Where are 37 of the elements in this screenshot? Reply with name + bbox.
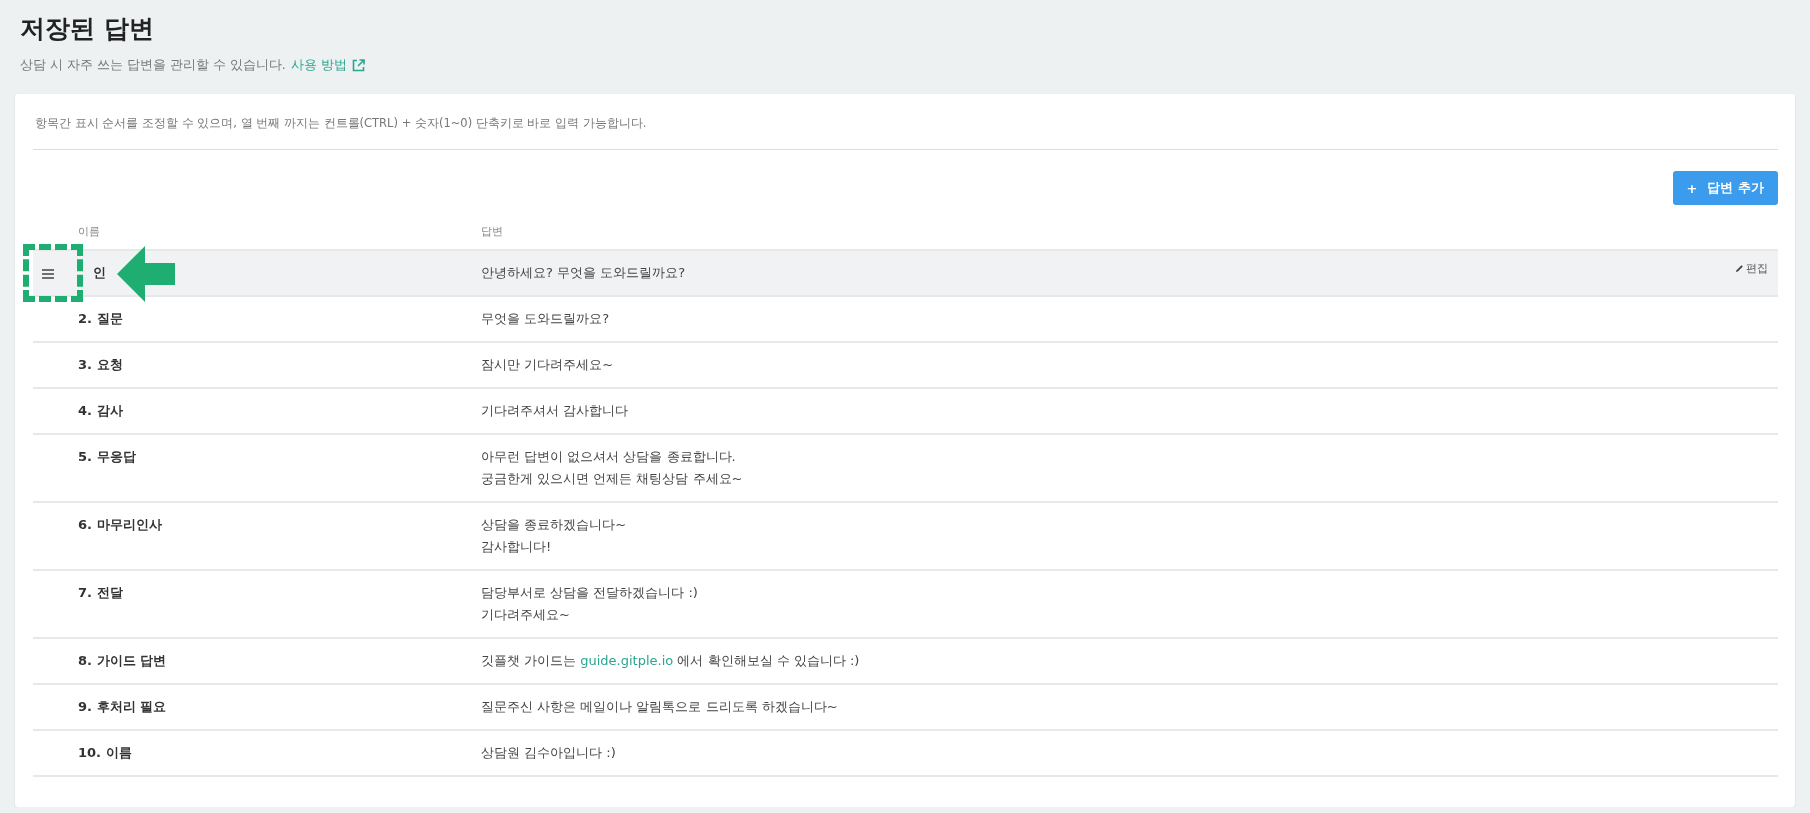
reply-text: 아무런 답변이 없으셔서 상담을 종료합니다. xyxy=(481,448,736,466)
reply-text: 무엇을 도와드릴까요? xyxy=(481,310,610,328)
reply-text: 기다려주세요~ xyxy=(481,606,570,624)
reply-text: 기다려주셔서 감사합니다 xyxy=(481,402,629,420)
help-link[interactable]: 사용 방법 xyxy=(290,57,365,74)
page-description: 상담 시 자주 쓰는 답변을 관리할 수 있습니다. xyxy=(20,57,286,74)
reply-name: 2. 질문 xyxy=(78,311,123,326)
reply-text: 상담원 김수아입니다 :) xyxy=(481,744,616,762)
reply-text: 안녕하세요? 무엇을 도와드릴까요? xyxy=(481,264,686,282)
reply-name: 인 xyxy=(93,265,106,280)
drag-handle-icon[interactable] xyxy=(41,269,55,279)
external-link-icon xyxy=(351,59,365,72)
reply-text: 감사합니다! xyxy=(481,538,552,556)
reply-text: 잠시만 기다려주세요~ xyxy=(481,356,614,374)
reply-text: 궁금한게 있으시면 언제든 채팅상담 주세요~ xyxy=(481,470,743,488)
highlight-frame xyxy=(23,244,83,302)
reply-name: 8. 가이드 답변 xyxy=(78,653,167,668)
notice-text: 항목간 표시 순서를 조정할 수 있으며, 열 번째 까지는 컨트롤(CTRL) + 숫자(1~0) 단축키로 바로 입력 가능합니다. xyxy=(33,116,1778,150)
reply-name: 9. 후처리 필요 xyxy=(78,699,167,714)
pointer-arrow-drawing xyxy=(117,246,175,302)
pencil-icon xyxy=(1735,264,1744,273)
add-reply-button[interactable]: + 답변 추가 xyxy=(1672,171,1778,205)
reply-name: 6. 마무리인사 xyxy=(78,517,162,532)
reply-text: 상담을 종료하겠습니다~ xyxy=(481,516,627,534)
reply-name: 7. 전달 xyxy=(78,585,123,600)
reply-text: 깃플챗 가이드는 guide.gitple.io 에서 확인해보실 수 있습니다 :) xyxy=(481,652,860,670)
edit-link[interactable]: 편집 xyxy=(1735,261,1768,276)
reply-text: 질문주신 사항은 메일이나 알림톡으로 드리도록 하겠습니다~ xyxy=(481,698,838,716)
reply-name: 5. 무응답 xyxy=(78,449,136,464)
page-title: 저장된 답변 xyxy=(20,13,154,45)
reply-name: 4. 감사 xyxy=(78,403,123,418)
column-header: 답변 xyxy=(481,225,503,239)
reply-name: 3. 요청 xyxy=(78,357,123,372)
reply-text: 담당부서로 상담을 전달하겠습니다 :) xyxy=(481,584,698,602)
guide-link[interactable]: guide.gitple.io xyxy=(580,653,674,668)
reply-name: 10. 이름 xyxy=(78,745,132,760)
column-header: 이름 xyxy=(77,225,101,239)
